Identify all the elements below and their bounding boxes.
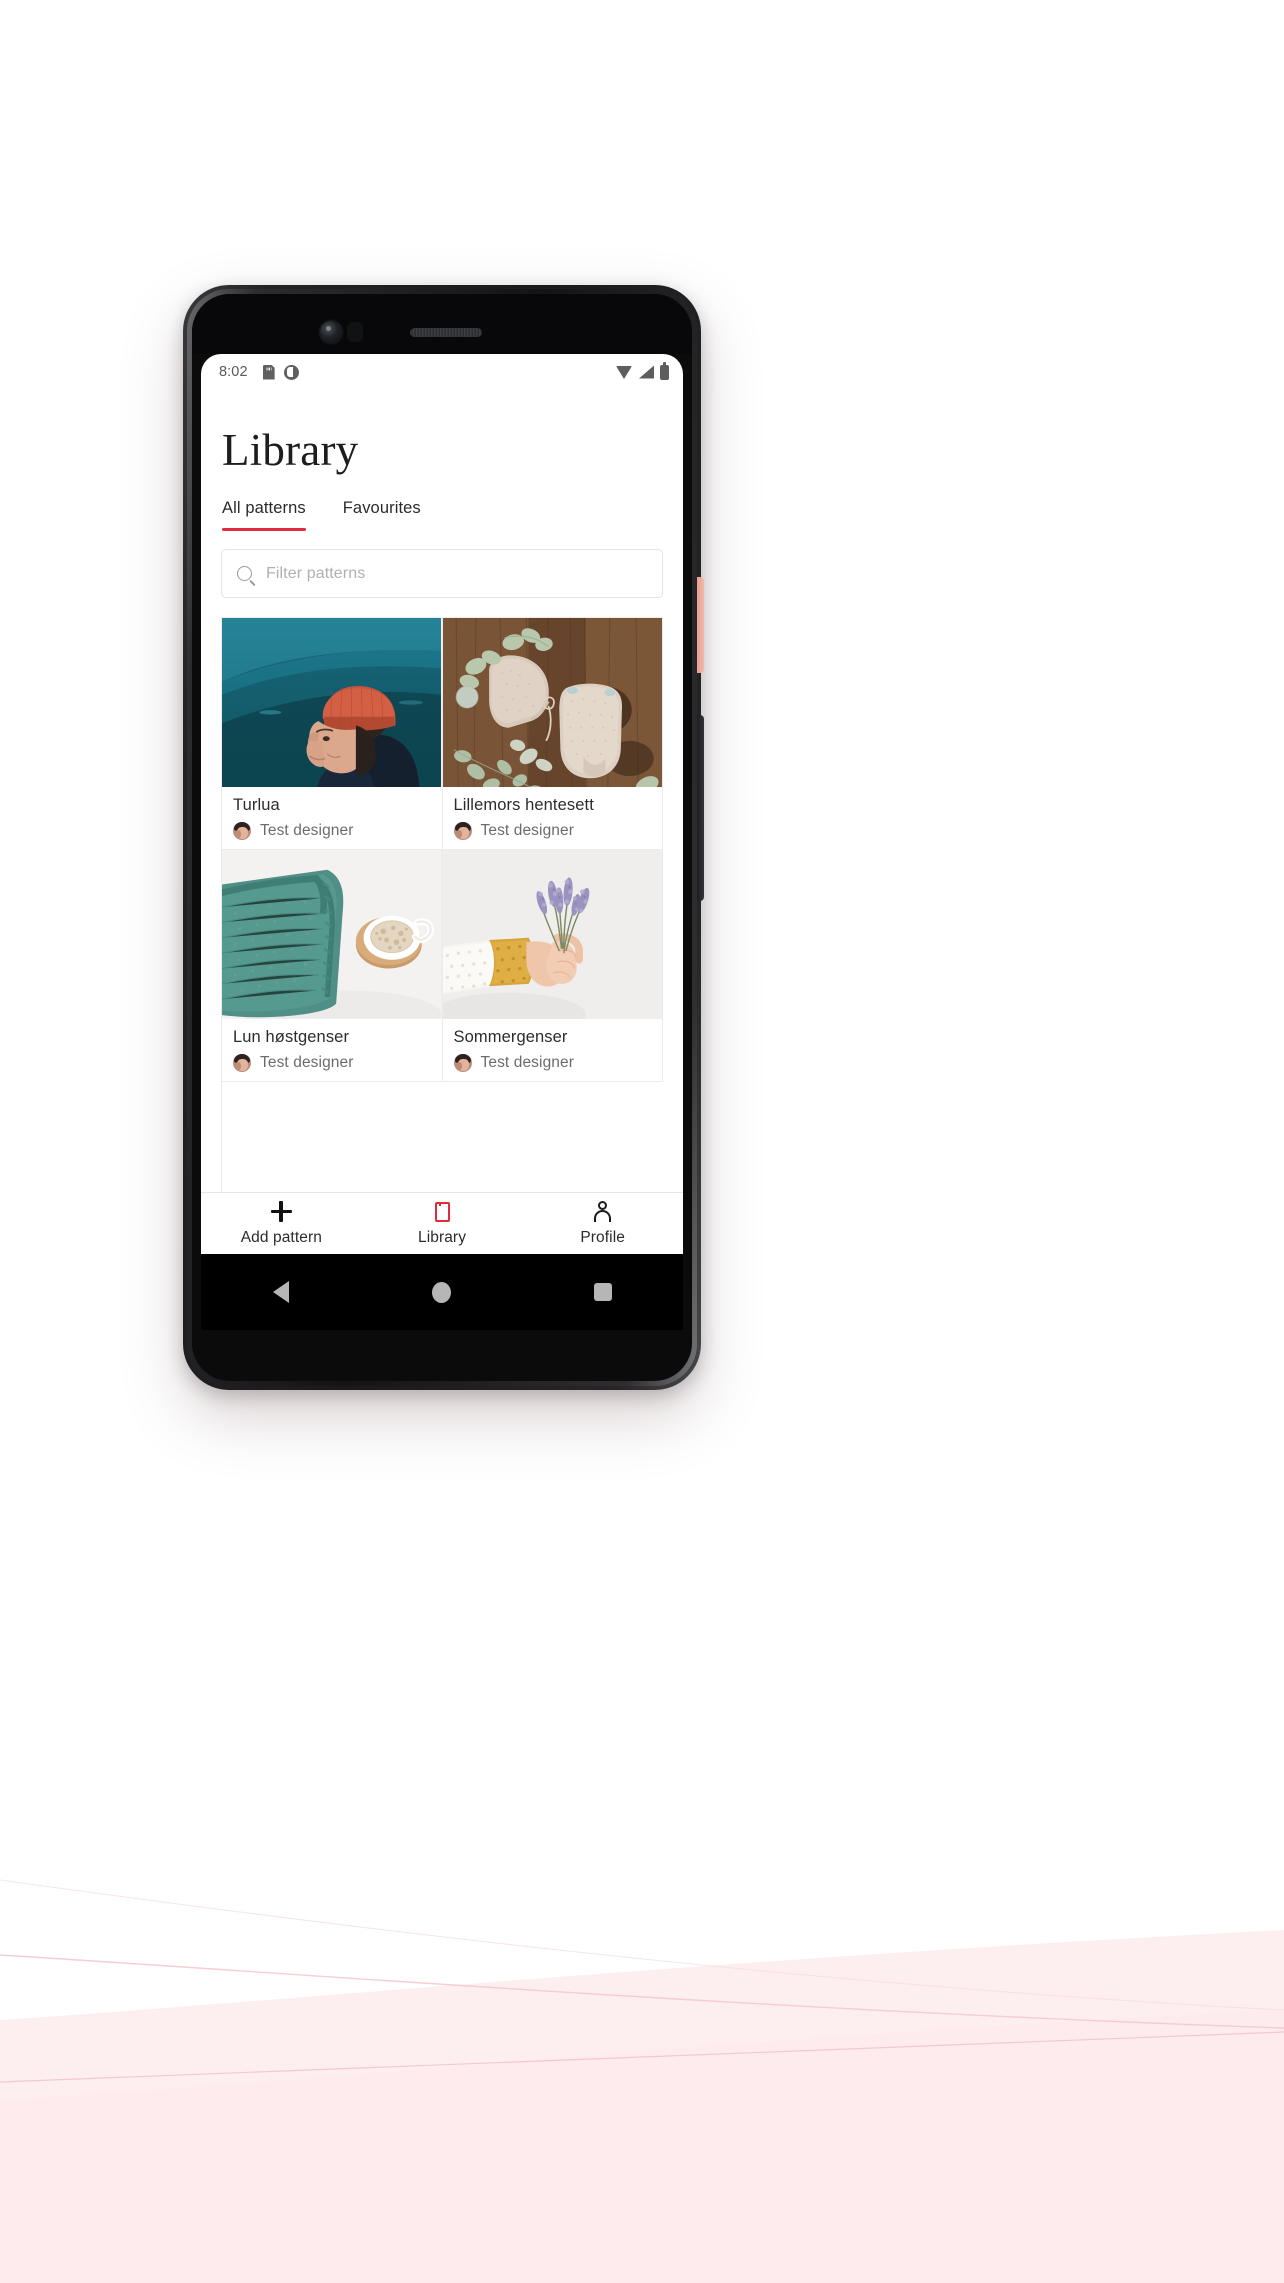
pattern-thumbnail	[222, 850, 442, 1019]
wifi-icon	[616, 366, 633, 379]
pattern-author-name: Test designer	[260, 1054, 354, 1071]
sd-card-icon	[263, 365, 275, 380]
pattern-author: Test designer	[453, 1054, 652, 1072]
volume-rocker-button[interactable]	[697, 715, 704, 901]
pattern-title: Lillemors hentesett	[453, 796, 594, 814]
person-icon	[593, 1200, 613, 1223]
pattern-card-body: Lun høstgenser Test designer	[222, 1019, 442, 1081]
pattern-author-name: Test designer	[480, 822, 574, 839]
pattern-thumbnail	[442, 618, 662, 787]
avatar	[453, 1054, 472, 1072]
thumbnail-art-lillemors	[442, 618, 662, 787]
pattern-title: Lun høstgenser	[233, 1028, 350, 1046]
pattern-card[interactable]: Lillemors hentesett Test designer	[442, 618, 663, 850]
status-bar-right-icons	[616, 362, 669, 380]
pattern-card-body: Lillemors hentesett Test designer	[443, 787, 663, 849]
pattern-author: Test designer	[233, 1054, 431, 1072]
nav-item-add-pattern[interactable]: Add pattern	[201, 1200, 362, 1247]
tab-active-indicator	[222, 527, 306, 531]
book-icon	[434, 1200, 450, 1223]
avatar	[233, 1054, 251, 1072]
home-circle-icon[interactable]	[431, 1281, 451, 1303]
pattern-thumbnail	[222, 618, 442, 787]
pattern-author-name: Test designer	[480, 1054, 574, 1071]
thumbnail-art-lun-hostgenser	[222, 850, 442, 1019]
power-button[interactable]	[697, 577, 704, 673]
plus-icon	[270, 1200, 292, 1223]
bottom-navigation-bar: Add pattern Library Profile	[201, 1192, 683, 1254]
pattern-card[interactable]: Sommergenser Test designer	[442, 850, 663, 1082]
status-bar: 8:02	[201, 354, 683, 390]
status-bar-left-icons	[263, 364, 299, 380]
pattern-author: Test designer	[233, 822, 431, 840]
tab-bar: All patterns Favourites	[201, 473, 683, 531]
pattern-card-body: Sommergenser Test designer	[443, 1019, 663, 1081]
tab-all-patterns-label: All patterns	[222, 499, 306, 517]
avatar	[233, 822, 251, 840]
phone-screen-area: 8:02 Library All patterns Favourites Fil…	[192, 294, 692, 1381]
pattern-card[interactable]: Turlua Test designer	[222, 618, 443, 850]
recents-square-icon[interactable]	[593, 1283, 612, 1301]
earpiece-speaker	[410, 328, 482, 337]
screenshot-icon	[283, 364, 299, 380]
nav-item-library[interactable]: Library	[362, 1200, 523, 1247]
filter-patterns-input[interactable]: Filter patterns	[221, 549, 663, 598]
status-bar-time: 8:02	[219, 364, 248, 380]
nav-item-profile-label: Profile	[580, 1229, 625, 1246]
tab-all-patterns[interactable]: All patterns	[222, 499, 306, 531]
pattern-thumbnail	[442, 850, 662, 1019]
battery-icon	[660, 362, 669, 380]
search-placeholder: Filter patterns	[266, 564, 366, 582]
nav-item-add-pattern-label: Add pattern	[240, 1229, 322, 1246]
nav-item-library-label: Library	[417, 1229, 467, 1246]
tab-favourites[interactable]: Favourites	[343, 499, 421, 531]
pattern-title: Turlua	[233, 796, 280, 814]
camera-housing	[347, 322, 363, 342]
pattern-title: Sommergenser	[453, 1028, 568, 1046]
search-section: Filter patterns	[201, 531, 683, 598]
pattern-card-body: Turlua Test designer	[222, 787, 442, 849]
app-screen: 8:02 Library All patterns Favourites Fil…	[201, 354, 683, 1254]
thumbnail-art-turlua	[222, 618, 442, 787]
search-icon	[237, 566, 252, 581]
phone-top-bezel	[192, 294, 692, 354]
nav-item-profile[interactable]: Profile	[522, 1200, 683, 1247]
pattern-grid: Turlua Test designer Lillemors hentesett…	[221, 617, 663, 1254]
pattern-author: Test designer	[453, 822, 652, 840]
tab-favourites-label: Favourites	[342, 499, 421, 517]
pattern-card[interactable]: Lun høstgenser Test designer	[222, 850, 443, 1082]
avatar	[453, 822, 472, 840]
page-title: Library	[222, 425, 359, 475]
phone-mockup: 8:02 Library All patterns Favourites Fil…	[183, 285, 704, 1390]
thumbnail-art-sommergenser	[442, 850, 662, 1019]
cellular-signal-icon	[639, 365, 654, 379]
android-system-nav	[201, 1254, 683, 1330]
pattern-author-name: Test designer	[260, 822, 354, 839]
front-camera-icon	[320, 321, 342, 343]
back-triangle-icon[interactable]	[272, 1281, 289, 1303]
